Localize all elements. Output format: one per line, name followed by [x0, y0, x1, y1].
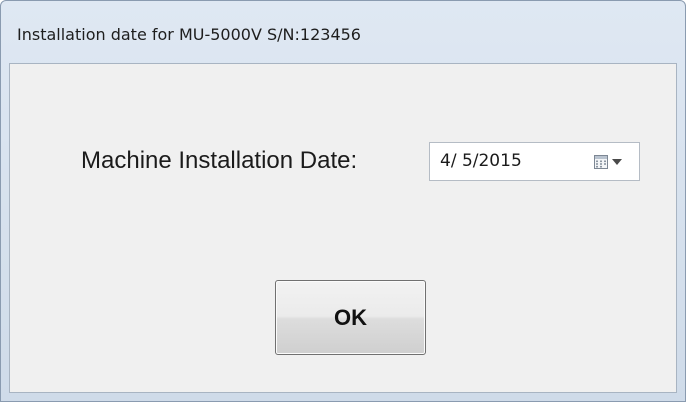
installation-date-value[interactable]: 4/ 5/2015 [440, 151, 522, 171]
ok-button[interactable]: OK [275, 280, 426, 355]
ok-button-label: OK [334, 304, 367, 330]
chevron-down-icon [612, 159, 622, 165]
installation-date-picker[interactable]: 4/ 5/2015 [429, 142, 640, 181]
dialog-body: Machine Installation Date: 4/ 5/2015 OK [9, 63, 677, 393]
calendar-icon [594, 155, 608, 169]
installation-date-label: Machine Installation Date: [81, 147, 358, 174]
title-bar[interactable]: Installation date for MU-5000V S/N:12345… [1, 1, 685, 63]
calendar-dropdown-button[interactable] [589, 150, 631, 174]
dialog-window: Installation date for MU-5000V S/N:12345… [0, 0, 686, 402]
window-title: Installation date for MU-5000V S/N:12345… [17, 25, 361, 44]
